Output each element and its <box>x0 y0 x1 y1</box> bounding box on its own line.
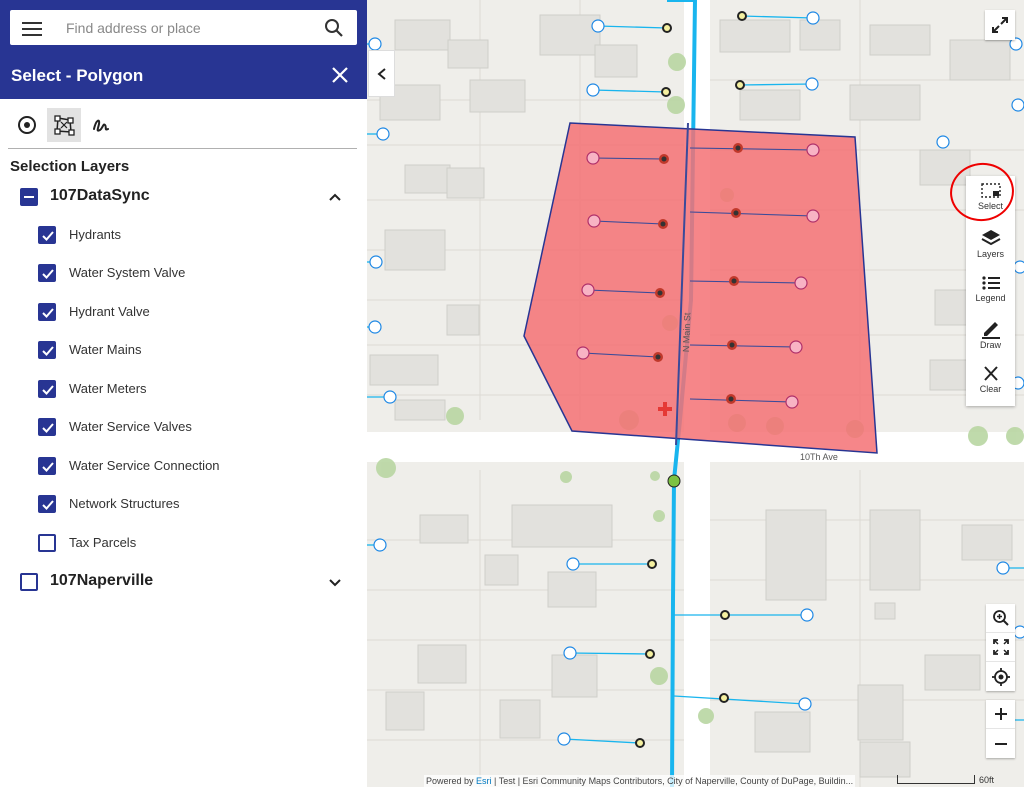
zoom-search-icon <box>992 610 1009 626</box>
layer-checkbox[interactable] <box>38 380 56 398</box>
layer-label: Network Structures <box>69 496 180 511</box>
chevron-left-icon <box>376 67 386 80</box>
layer-checkbox[interactable] <box>38 495 56 513</box>
zoom-in-button[interactable] <box>986 700 1015 729</box>
layer-item-water-system-valve[interactable]: Water System Valve <box>0 261 367 285</box>
attribution-prefix: Powered by <box>426 776 477 786</box>
esri-link[interactable]: Esri <box>476 776 492 786</box>
full-extent-button[interactable] <box>986 633 1015 662</box>
draw-label: Draw <box>979 340 1001 350</box>
layers-label: Layers <box>976 249 1004 259</box>
zoom-controls <box>986 700 1015 758</box>
layer-item-water-service-connection[interactable]: Water Service Connection <box>0 454 367 478</box>
layer-label: Water Meters <box>69 381 147 396</box>
polygon-select-icon <box>54 115 75 136</box>
layer-label: Water System Valve <box>69 265 186 280</box>
collapse-panel-button[interactable] <box>368 50 395 97</box>
layer-group-107naperville[interactable]: 107Naperville <box>0 568 367 596</box>
full-extent-icon <box>992 639 1009 655</box>
plus-icon <box>994 708 1007 720</box>
panel-title: Select - Polygon <box>11 66 144 85</box>
legend-button[interactable]: Legend <box>966 270 1015 315</box>
fullscreen-button[interactable] <box>985 10 1015 40</box>
layer-label: Water Service Connection <box>69 458 220 473</box>
layers-icon <box>981 230 1000 246</box>
layer-item-hydrant-valve[interactable]: Hydrant Valve <box>0 300 367 324</box>
layer-label: Water Mains <box>69 342 142 357</box>
layer-checkbox[interactable] <box>38 418 56 436</box>
layer-label: Hydrants <box>69 227 122 242</box>
search-bar <box>0 0 367 56</box>
clear-button[interactable]: Clear <box>966 361 1015 406</box>
street-label-main: N Main St <box>681 312 693 353</box>
layer-label: Tax Parcels <box>69 535 137 550</box>
layers-button[interactable]: Layers <box>966 224 1015 269</box>
attribution-text: | Test | Esri Community Maps Contributor… <box>491 776 854 786</box>
layer-label: Water Service Valves <box>69 419 192 434</box>
scale-label: 60ft <box>979 775 995 785</box>
app-window: N Main St 10Th Ave Select - Polygon <box>0 0 1024 787</box>
layer-group-107datasync[interactable]: 107DataSync <box>0 183 367 211</box>
draw-button[interactable]: Draw <box>966 315 1015 360</box>
chevron-down-icon[interactable] <box>327 574 343 590</box>
point-select-tool[interactable] <box>10 108 44 142</box>
expand-icon <box>992 17 1008 33</box>
layer-label: Hydrant Valve <box>69 304 150 319</box>
layer-item-water-service-valves[interactable]: Water Service Valves <box>0 415 367 439</box>
zoom-to-selection-button[interactable] <box>986 604 1015 633</box>
clear-label: Clear <box>979 384 1002 394</box>
layer-checkbox[interactable] <box>38 264 56 282</box>
map-attribution: Powered by Esri | Test | Esri Community … <box>424 775 856 787</box>
group-checkbox-partial[interactable] <box>20 188 38 206</box>
target-icon <box>18 116 36 134</box>
layer-item-tax-parcels[interactable]: Tax Parcels <box>0 531 367 555</box>
legend-icon <box>981 276 1000 290</box>
close-icon <box>983 366 998 381</box>
locate-icon <box>991 667 1010 686</box>
panel-title-bar: Select - Polygon <box>0 56 367 99</box>
search-icon[interactable] <box>323 17 345 39</box>
selection-tools <box>0 105 367 147</box>
selection-layers-heading: Selection Layers <box>10 158 130 175</box>
layer-item-water-mains[interactable]: Water Mains <box>0 338 367 362</box>
tools-divider <box>8 148 357 149</box>
side-panel: Select - Polygon Selection Layers 107Dat… <box>0 0 367 787</box>
layer-checkbox[interactable] <box>38 534 56 552</box>
layer-item-network-structures[interactable]: Network Structures <box>0 492 367 516</box>
freehand-icon <box>93 119 109 132</box>
layer-checkbox[interactable] <box>38 341 56 359</box>
group-label: 107DataSync <box>50 187 150 204</box>
freehand-select-tool[interactable] <box>84 108 118 142</box>
layer-checkbox[interactable] <box>38 226 56 244</box>
layer-item-hydrants[interactable]: Hydrants <box>0 223 367 247</box>
layer-checkbox[interactable] <box>38 457 56 475</box>
zoom-out-button[interactable] <box>986 729 1015 758</box>
minus-icon <box>994 742 1007 745</box>
layer-item-water-meters[interactable]: Water Meters <box>0 377 367 401</box>
locate-button[interactable] <box>986 662 1015 691</box>
layer-checkbox[interactable] <box>38 303 56 321</box>
group-label: 107Naperville <box>50 572 154 589</box>
search-box <box>10 10 357 45</box>
selection-polygon <box>523 122 878 454</box>
search-input[interactable] <box>66 17 316 39</box>
legend-label: Legend <box>975 293 1006 303</box>
close-icon[interactable] <box>329 64 351 86</box>
street-label-avenue: 10Th Ave <box>800 452 838 462</box>
scale-bar <box>897 775 975 784</box>
group-checkbox[interactable] <box>20 573 38 591</box>
polygon-select-tool[interactable] <box>47 108 81 142</box>
chevron-up-icon[interactable] <box>327 189 343 205</box>
navigation-controls <box>986 604 1015 691</box>
pencil-icon <box>981 322 1000 339</box>
menu-icon[interactable] <box>22 19 42 37</box>
